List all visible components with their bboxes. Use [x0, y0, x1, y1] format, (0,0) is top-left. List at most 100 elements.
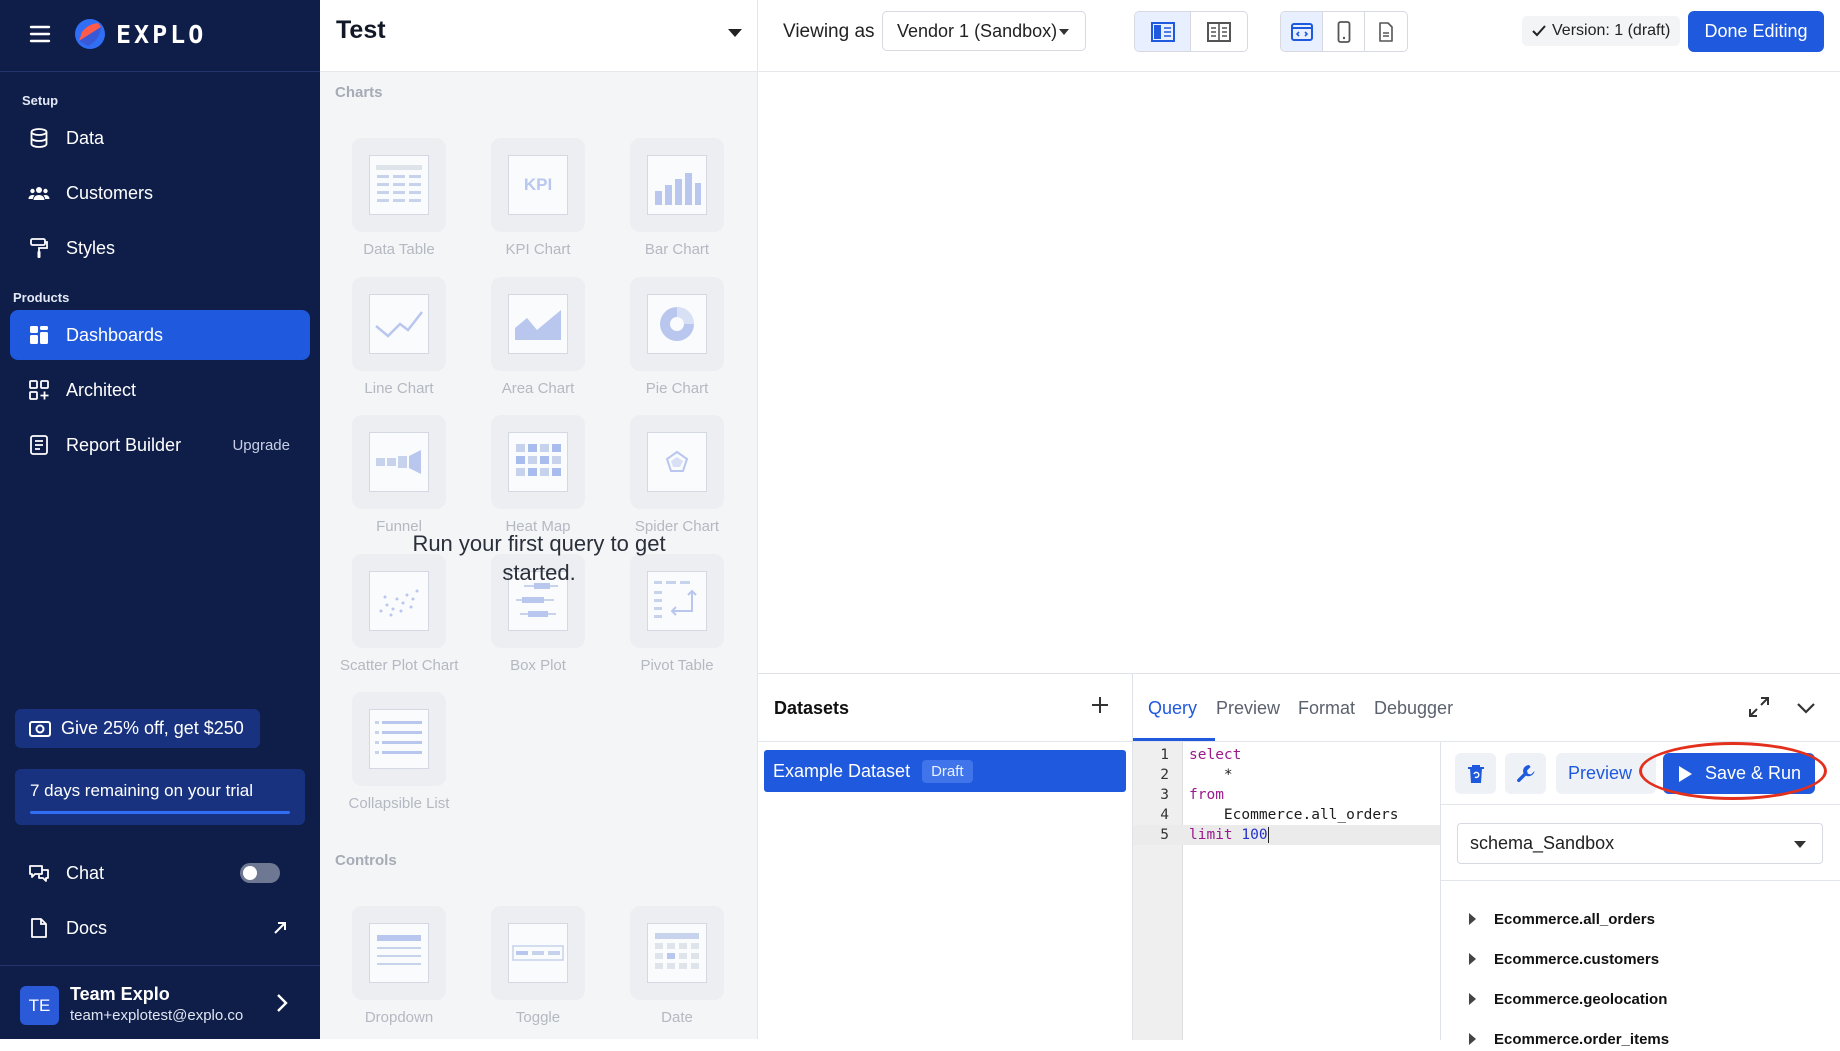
- component-bar-chart[interactable]: Bar Chart: [618, 138, 736, 258]
- chevron-down-icon[interactable]: [1796, 698, 1816, 718]
- dataset-name: Example Dataset: [773, 760, 911, 781]
- sidebar-item-label: Report Builder: [66, 434, 182, 455]
- user-account[interactable]: TE Team Explo team+explotest@explo.co: [0, 965, 320, 1039]
- schema-table-item[interactable]: Ecommerce.customers: [1469, 947, 1659, 971]
- brand-name: EXPLO: [116, 19, 207, 49]
- dashboard-selector[interactable]: Test: [320, 0, 757, 72]
- table-name: Ecommerce.customers: [1494, 950, 1660, 968]
- component-area-chart[interactable]: Area Chart: [479, 277, 597, 397]
- settings-button[interactable]: [1505, 753, 1546, 794]
- text-cursor: [1267, 827, 1269, 843]
- device-pdf-button[interactable]: [1365, 12, 1407, 51]
- dropdown-icon: [369, 923, 429, 983]
- component-funnel[interactable]: Funnel: [340, 415, 458, 535]
- tab-preview[interactable]: Preview: [1216, 698, 1280, 719]
- sidebar-item-chat[interactable]: Chat: [10, 848, 310, 898]
- promo-text: Give 25% off, get $250: [61, 718, 244, 738]
- component-label: KPI Chart: [505, 241, 571, 258]
- sidebar-item-label: Styles: [66, 237, 116, 258]
- trial-progress-bar: [30, 811, 290, 814]
- toggle-component-icon: [508, 923, 568, 983]
- active-tab-indicator: [1133, 738, 1215, 741]
- sidebar-item-styles[interactable]: Styles: [10, 223, 310, 273]
- sidebar-item-docs[interactable]: Docs: [10, 903, 310, 953]
- funnel-icon: [369, 432, 429, 492]
- tab-format[interactable]: Format: [1298, 698, 1355, 719]
- tab-query[interactable]: Query: [1148, 698, 1197, 719]
- kpi-icon-text: KPI: [523, 175, 553, 194]
- sidebar-item-architect[interactable]: Architect: [10, 365, 310, 415]
- sidebar-item-customers[interactable]: Customers: [10, 168, 310, 218]
- component-date[interactable]: Date: [618, 906, 736, 1026]
- hamburger-menu-icon[interactable]: [28, 22, 52, 46]
- component-line-chart[interactable]: Line Chart: [340, 277, 458, 397]
- caret-down-icon: [1794, 841, 1806, 848]
- schema-table-item[interactable]: Ecommerce.all_orders: [1469, 907, 1655, 931]
- component-data-table[interactable]: Data Table: [340, 138, 458, 258]
- device-desktop-button[interactable]: [1281, 12, 1323, 51]
- dataset-item-example[interactable]: Example Dataset Draft: [764, 750, 1126, 792]
- bar-chart-icon: [647, 155, 707, 215]
- component-kpi-chart[interactable]: KPI KPI Chart: [479, 138, 597, 258]
- sidebar-item-label: Chat: [66, 862, 105, 883]
- component-label: Pivot Table: [640, 657, 714, 674]
- vendor-select[interactable]: Vendor 1 (Sandbox): [882, 11, 1086, 51]
- chat-toggle[interactable]: [240, 863, 280, 883]
- component-label: Date: [661, 1009, 693, 1026]
- group-label-charts: Charts: [335, 84, 383, 101]
- version-indicator[interactable]: Version: 1 (draft): [1522, 16, 1681, 46]
- sidebar-item-report-builder[interactable]: Report Builder Upgrade: [10, 420, 310, 470]
- brand-logo[interactable]: EXPLO: [74, 14, 206, 54]
- mobile-phone-icon: [1337, 20, 1351, 43]
- device-mobile-button[interactable]: [1323, 12, 1365, 51]
- sql-number: 100: [1241, 827, 1268, 843]
- component-label: Toggle: [515, 1009, 561, 1026]
- done-editing-button[interactable]: Done Editing: [1688, 11, 1824, 52]
- referral-promo-button[interactable]: Give 25% off, get $250: [15, 709, 260, 748]
- component-collapsible-list[interactable]: Collapsible List: [340, 692, 458, 812]
- code-line: 3 from: [1133, 785, 1440, 805]
- component-heat-map[interactable]: Heat Map: [479, 415, 597, 535]
- component-pie-chart[interactable]: Pie Chart: [618, 277, 736, 397]
- line-number: 3: [1160, 787, 1169, 803]
- component-toggle[interactable]: Toggle: [479, 906, 597, 1026]
- spider-chart-icon: [647, 432, 707, 492]
- add-dataset-icon[interactable]: [1091, 696, 1109, 714]
- pie-chart-icon: [647, 294, 707, 354]
- calendar-icon: [647, 923, 707, 983]
- layout-editor-button[interactable]: [1135, 12, 1191, 51]
- component-spider-chart[interactable]: Spider Chart: [618, 415, 736, 535]
- sidebar-item-dashboards[interactable]: Dashboards: [10, 310, 310, 360]
- upgrade-link[interactable]: Upgrade: [232, 437, 290, 454]
- sql-keyword: select: [1189, 747, 1242, 763]
- component-dropdown[interactable]: Dropdown: [340, 906, 458, 1026]
- line-number: 4: [1160, 807, 1169, 823]
- sidebar-item-label: Docs: [66, 917, 108, 938]
- trial-status[interactable]: 7 days remaining on your trial: [15, 769, 305, 825]
- area-chart-icon: [508, 294, 568, 354]
- sidebar-item-data[interactable]: Data: [10, 113, 310, 163]
- line-number: 5: [1160, 827, 1169, 843]
- dataset-editor: Datasets Example Dataset Draft Query Pre…: [758, 673, 1840, 1048]
- dashboard-canvas[interactable]: [758, 72, 1840, 673]
- sidebar-header: EXPLO: [0, 0, 320, 72]
- data-table-icon: [369, 155, 429, 215]
- document-icon: [28, 917, 50, 939]
- tab-debugger[interactable]: Debugger: [1374, 698, 1453, 719]
- schema-table-item[interactable]: Ecommerce.order_items: [1469, 1027, 1669, 1051]
- dashboard-title: Test: [336, 16, 386, 44]
- chat-icon: [28, 862, 50, 884]
- layout-preview-button[interactable]: [1191, 12, 1247, 51]
- expand-icon[interactable]: [1748, 696, 1770, 718]
- schema-select[interactable]: schema_Sandbox: [1457, 823, 1823, 864]
- sql-editor[interactable]: 1 select 2 * 3 from 4 Ecommerce.all_orde…: [1133, 742, 1440, 1040]
- expand-triangle-icon: [1469, 953, 1476, 965]
- group-label-controls: Controls: [335, 852, 397, 869]
- datasets-panel: Datasets Example Dataset Draft: [758, 674, 1133, 1040]
- editor-topbar: Viewing as Vendor 1 (Sandbox) Version: 1…: [758, 0, 1840, 72]
- draft-badge: Draft: [922, 759, 973, 783]
- code-line: 4 Ecommerce.all_orders: [1133, 805, 1440, 825]
- schema-table-item[interactable]: Ecommerce.geolocation: [1469, 987, 1667, 1011]
- user-name: Team Explo: [70, 984, 170, 1004]
- clear-cache-button[interactable]: [1455, 753, 1496, 794]
